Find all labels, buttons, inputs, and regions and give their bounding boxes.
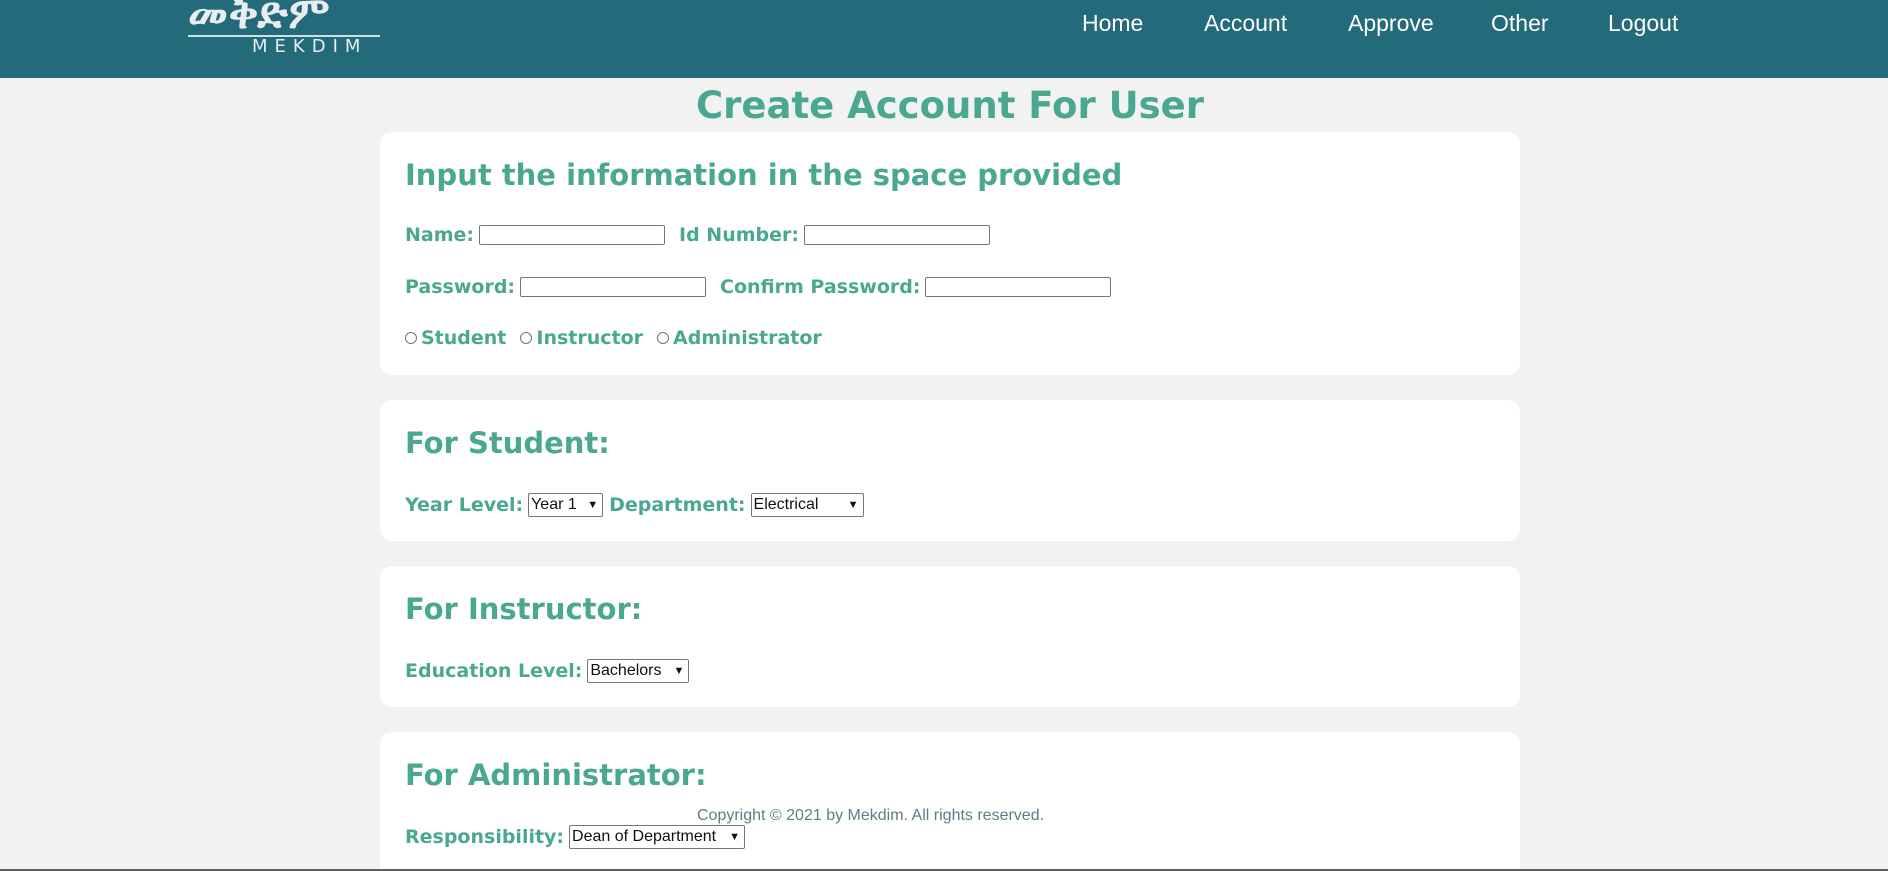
mekdim-logo[interactable]: መቅድም MEKDIM — [188, 0, 380, 58]
year-level-select[interactable]: Year 1 ▼ — [528, 493, 604, 517]
id-number-input[interactable] — [803, 225, 990, 245]
student-card: For Student: Year Level: Year 1 ▼ Depart… — [380, 400, 1520, 541]
instructor-heading: For Instructor: — [405, 592, 643, 626]
id-number-label: Id Number: — [679, 224, 799, 246]
chevron-down-icon: ▼ — [847, 499, 859, 511]
nav-home-link[interactable]: Home — [1082, 10, 1143, 37]
department-label: Department: — [609, 494, 746, 516]
administrator-fields-row: Responsibility: Dean of Department ▼ — [405, 824, 751, 850]
copyright-footer: Copyright © 2021 by Mekdim. All rights r… — [697, 807, 1045, 824]
instructor-fields-row: Education Level: Bachelors ▼ — [405, 658, 695, 684]
name-id-row: Name: Id Number: — [405, 222, 995, 248]
chevron-down-icon: ▼ — [587, 499, 599, 511]
department-select[interactable]: Electrical ▼ — [750, 493, 864, 517]
responsibility-value: Dean of Department — [572, 828, 717, 845]
instructor-radio-label[interactable]: Instructor — [536, 327, 643, 349]
chevron-down-icon: ▼ — [729, 831, 741, 843]
year-level-label: Year Level: — [405, 494, 524, 516]
administrator-heading: For Administrator: — [405, 758, 707, 792]
education-level-value: Bachelors — [590, 662, 662, 679]
logo-subtitle: MEKDIM — [252, 36, 368, 57]
password-input[interactable] — [520, 277, 707, 297]
student-radio-label[interactable]: Student — [421, 327, 506, 349]
general-info-card: Input the information in the space provi… — [380, 132, 1520, 375]
department-value: Electrical — [753, 496, 819, 513]
nav-account-link[interactable]: Account — [1204, 10, 1287, 37]
administrator-radio-label[interactable]: Administrator — [673, 327, 822, 349]
instructor-card: For Instructor: Education Level: Bachelo… — [380, 566, 1520, 707]
name-label: Name: — [405, 224, 475, 246]
top-navigation-bar: መቅድም MEKDIM Home Account Approve Other L… — [0, 0, 1888, 78]
student-fields-row: Year Level: Year 1 ▼ Department: Electri… — [405, 492, 870, 518]
responsibility-select[interactable]: Dean of Department ▼ — [569, 825, 746, 849]
administrator-radio[interactable] — [657, 332, 670, 344]
general-info-heading: Input the information in the space provi… — [405, 158, 1123, 192]
education-level-label: Education Level: — [405, 660, 583, 682]
password-row: Password: Confirm Password: — [405, 274, 1116, 300]
student-radio[interactable] — [405, 332, 417, 344]
education-level-select[interactable]: Bachelors ▼ — [587, 659, 690, 683]
chevron-down-icon: ▼ — [673, 665, 685, 677]
password-label: Password: — [405, 276, 516, 298]
page-title: Create Account For User — [695, 84, 1205, 127]
responsibility-label: Responsibility: — [405, 826, 565, 848]
name-input[interactable] — [479, 225, 666, 245]
nav-logout-link[interactable]: Logout — [1608, 10, 1678, 37]
role-radio-group: Student Instructor Administrator — [403, 325, 822, 351]
administrator-card: For Administrator: Responsibility: Dean … — [380, 732, 1520, 871]
instructor-radio[interactable] — [520, 332, 533, 344]
nav-other-link[interactable]: Other — [1491, 10, 1549, 37]
nav-approve-link[interactable]: Approve — [1348, 10, 1434, 37]
year-level-value: Year 1 — [531, 496, 577, 513]
confirm-password-label: Confirm Password: — [720, 276, 921, 298]
confirm-password-input[interactable] — [925, 277, 1112, 297]
student-heading: For Student: — [405, 426, 610, 460]
